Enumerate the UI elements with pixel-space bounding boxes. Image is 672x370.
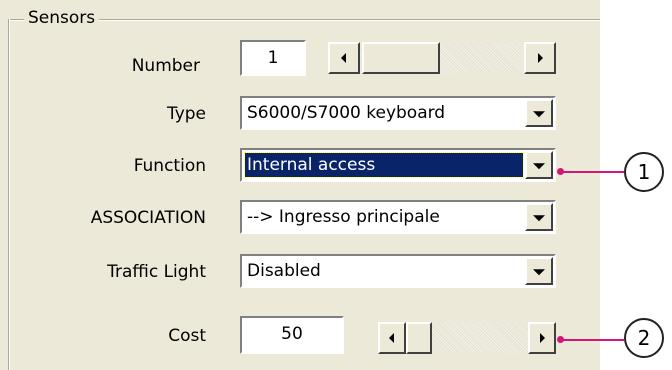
function-select[interactable]: Internal access <box>240 148 556 182</box>
callout-leader-line <box>562 171 624 173</box>
chevron-down-icon <box>533 215 545 222</box>
arrow-right-icon <box>540 333 545 343</box>
chevron-down-icon <box>533 111 545 118</box>
scroll-right-button[interactable] <box>528 322 556 354</box>
association-dropdown-button[interactable] <box>525 203 553 231</box>
cost-label: Cost <box>168 326 206 346</box>
number-field[interactable]: 1 <box>240 40 306 76</box>
type-select[interactable]: S6000/S7000 keyboard <box>240 96 556 130</box>
function-dropdown-button[interactable] <box>525 151 553 179</box>
arrow-right-icon <box>538 53 543 63</box>
cost-field[interactable]: 50 <box>240 316 344 354</box>
scroll-thumb[interactable] <box>406 322 432 354</box>
number-label: Number <box>131 56 200 76</box>
scroll-left-button[interactable] <box>378 322 406 354</box>
arrow-left-icon <box>341 53 346 63</box>
arrow-left-icon <box>389 333 394 343</box>
scroll-right-button[interactable] <box>524 42 556 74</box>
association-label: ASSOCIATION <box>90 208 206 228</box>
group-title: Sensors <box>24 6 100 30</box>
sensors-panel: Sensors Number 1 Type S6000/S7000 keyboa… <box>0 0 600 370</box>
function-label: Function <box>133 156 206 176</box>
traffic-light-label: Traffic Light <box>107 262 206 282</box>
type-select-value: S6000/S7000 keyboard <box>247 103 446 123</box>
chevron-down-icon <box>533 163 545 170</box>
function-select-value: Internal access <box>244 152 524 178</box>
type-label: Type <box>166 104 206 124</box>
cost-scrollbar[interactable] <box>378 322 556 354</box>
number-scrollbar[interactable] <box>328 42 556 74</box>
association-select[interactable]: --> Ingresso principale <box>240 200 556 234</box>
scroll-left-button[interactable] <box>328 42 360 74</box>
traffic-light-dropdown-button[interactable] <box>525 257 553 285</box>
callout-leader-line <box>562 339 624 341</box>
callout-marker: 2 <box>624 318 664 358</box>
association-select-value: --> Ingresso principale <box>247 207 440 227</box>
callout-marker: 1 <box>624 152 664 192</box>
chevron-down-icon <box>533 269 545 276</box>
traffic-light-select[interactable]: Disabled <box>240 254 556 288</box>
traffic-light-select-value: Disabled <box>247 261 321 281</box>
scroll-thumb[interactable] <box>362 42 440 74</box>
type-dropdown-button[interactable] <box>525 99 553 127</box>
